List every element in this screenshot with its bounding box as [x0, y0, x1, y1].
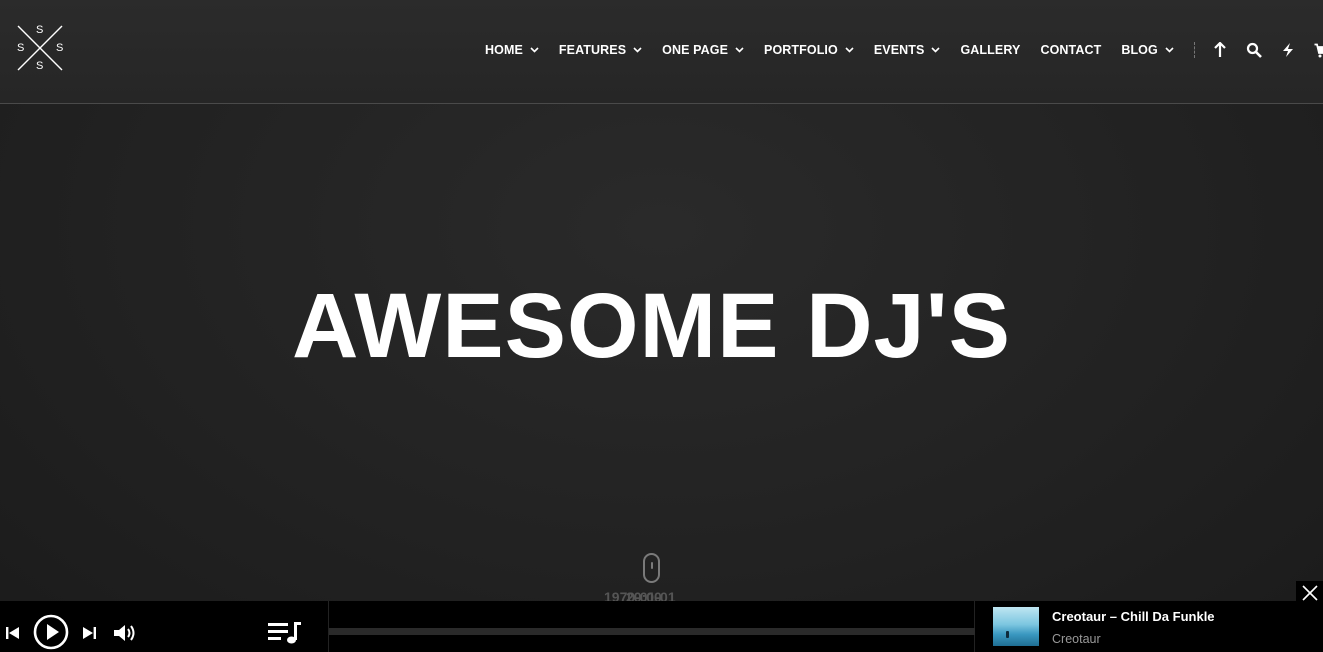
arrow-up-icon [1214, 42, 1226, 57]
chevron-down-icon [530, 47, 539, 53]
search-button[interactable] [1245, 41, 1263, 59]
nav-item-features[interactable]: FEATURES [559, 43, 642, 57]
play-icon [33, 614, 69, 650]
nav-item-label: FEATURES [558, 43, 627, 57]
logo-letter-top: S [36, 24, 44, 36]
track-artist: Creotaur [1052, 632, 1101, 646]
scroll-down-mouse-icon[interactable] [643, 553, 660, 583]
nav-item-label: HOME [485, 43, 523, 57]
audio-player: Creotaur – Chill Da Funkle Creotaur [0, 601, 1323, 652]
nav-item-events[interactable]: EVENTS [874, 43, 941, 57]
chevron-down-icon [1165, 47, 1174, 53]
nav-item-portfolio[interactable]: PORTFOLIO [764, 43, 854, 57]
site-header: S S S S HOME FEATURES ONE PAGE PORTFOLIO… [0, 0, 1323, 104]
nav-item-label: ONE PAGE [662, 43, 729, 57]
next-button[interactable] [80, 622, 100, 644]
cart-icon [1314, 43, 1323, 57]
prev-icon [6, 627, 19, 639]
next-icon [83, 627, 96, 639]
nav-item-one-page[interactable]: ONE PAGE [662, 43, 744, 57]
chevron-down-icon [735, 47, 744, 53]
cover-figure [1006, 631, 1009, 638]
nav-item-label: EVENTS [873, 43, 925, 57]
volume-icon [114, 625, 135, 641]
chevron-down-icon [845, 47, 854, 53]
quick-menu-button[interactable] [1279, 41, 1297, 59]
lightning-icon [1282, 43, 1293, 57]
search-icon [1246, 42, 1262, 58]
nav-item-label: BLOG [1121, 43, 1158, 57]
logo-letter-right: S [56, 42, 64, 54]
nav-item-label: CONTACT [1040, 43, 1102, 57]
close-icon [1301, 585, 1318, 601]
playlist-icon [268, 622, 301, 644]
seek-bar[interactable] [329, 628, 975, 635]
main-nav: HOME FEATURES ONE PAGE PORTFOLIO EVENTS … [485, 40, 1323, 60]
nav-item-blog[interactable]: BLOG [1121, 43, 1174, 57]
logo-letter-left: S [17, 42, 25, 54]
chevron-down-icon [633, 47, 642, 53]
nav-item-label: GALLERY [960, 43, 1021, 57]
scroll-top-button[interactable] [1211, 41, 1229, 59]
chevron-down-icon [931, 47, 941, 53]
mouse-wheel [651, 562, 653, 569]
track-title: Creotaur – Chill Da Funkle [1052, 609, 1215, 624]
nav-item-home[interactable]: HOME [485, 43, 539, 57]
site-logo[interactable]: S S S S [14, 22, 66, 74]
nav-divider [1193, 42, 1195, 58]
playlist-button[interactable] [266, 619, 304, 647]
track-cover-image [993, 607, 1039, 646]
logo-letter-bottom: S [36, 60, 44, 72]
prev-button[interactable] [2, 622, 22, 644]
volume-button[interactable] [112, 621, 138, 645]
hero-title: AWESOME DJ'S [292, 275, 1011, 377]
nav-item-contact[interactable]: CONTACT [1040, 43, 1101, 57]
nav-item-gallery[interactable]: GALLERY [960, 43, 1020, 57]
seek-area [328, 601, 975, 652]
nav-item-label: PORTFOLIO [764, 43, 838, 57]
cart-button[interactable] [1313, 41, 1323, 59]
play-button[interactable] [32, 613, 70, 651]
